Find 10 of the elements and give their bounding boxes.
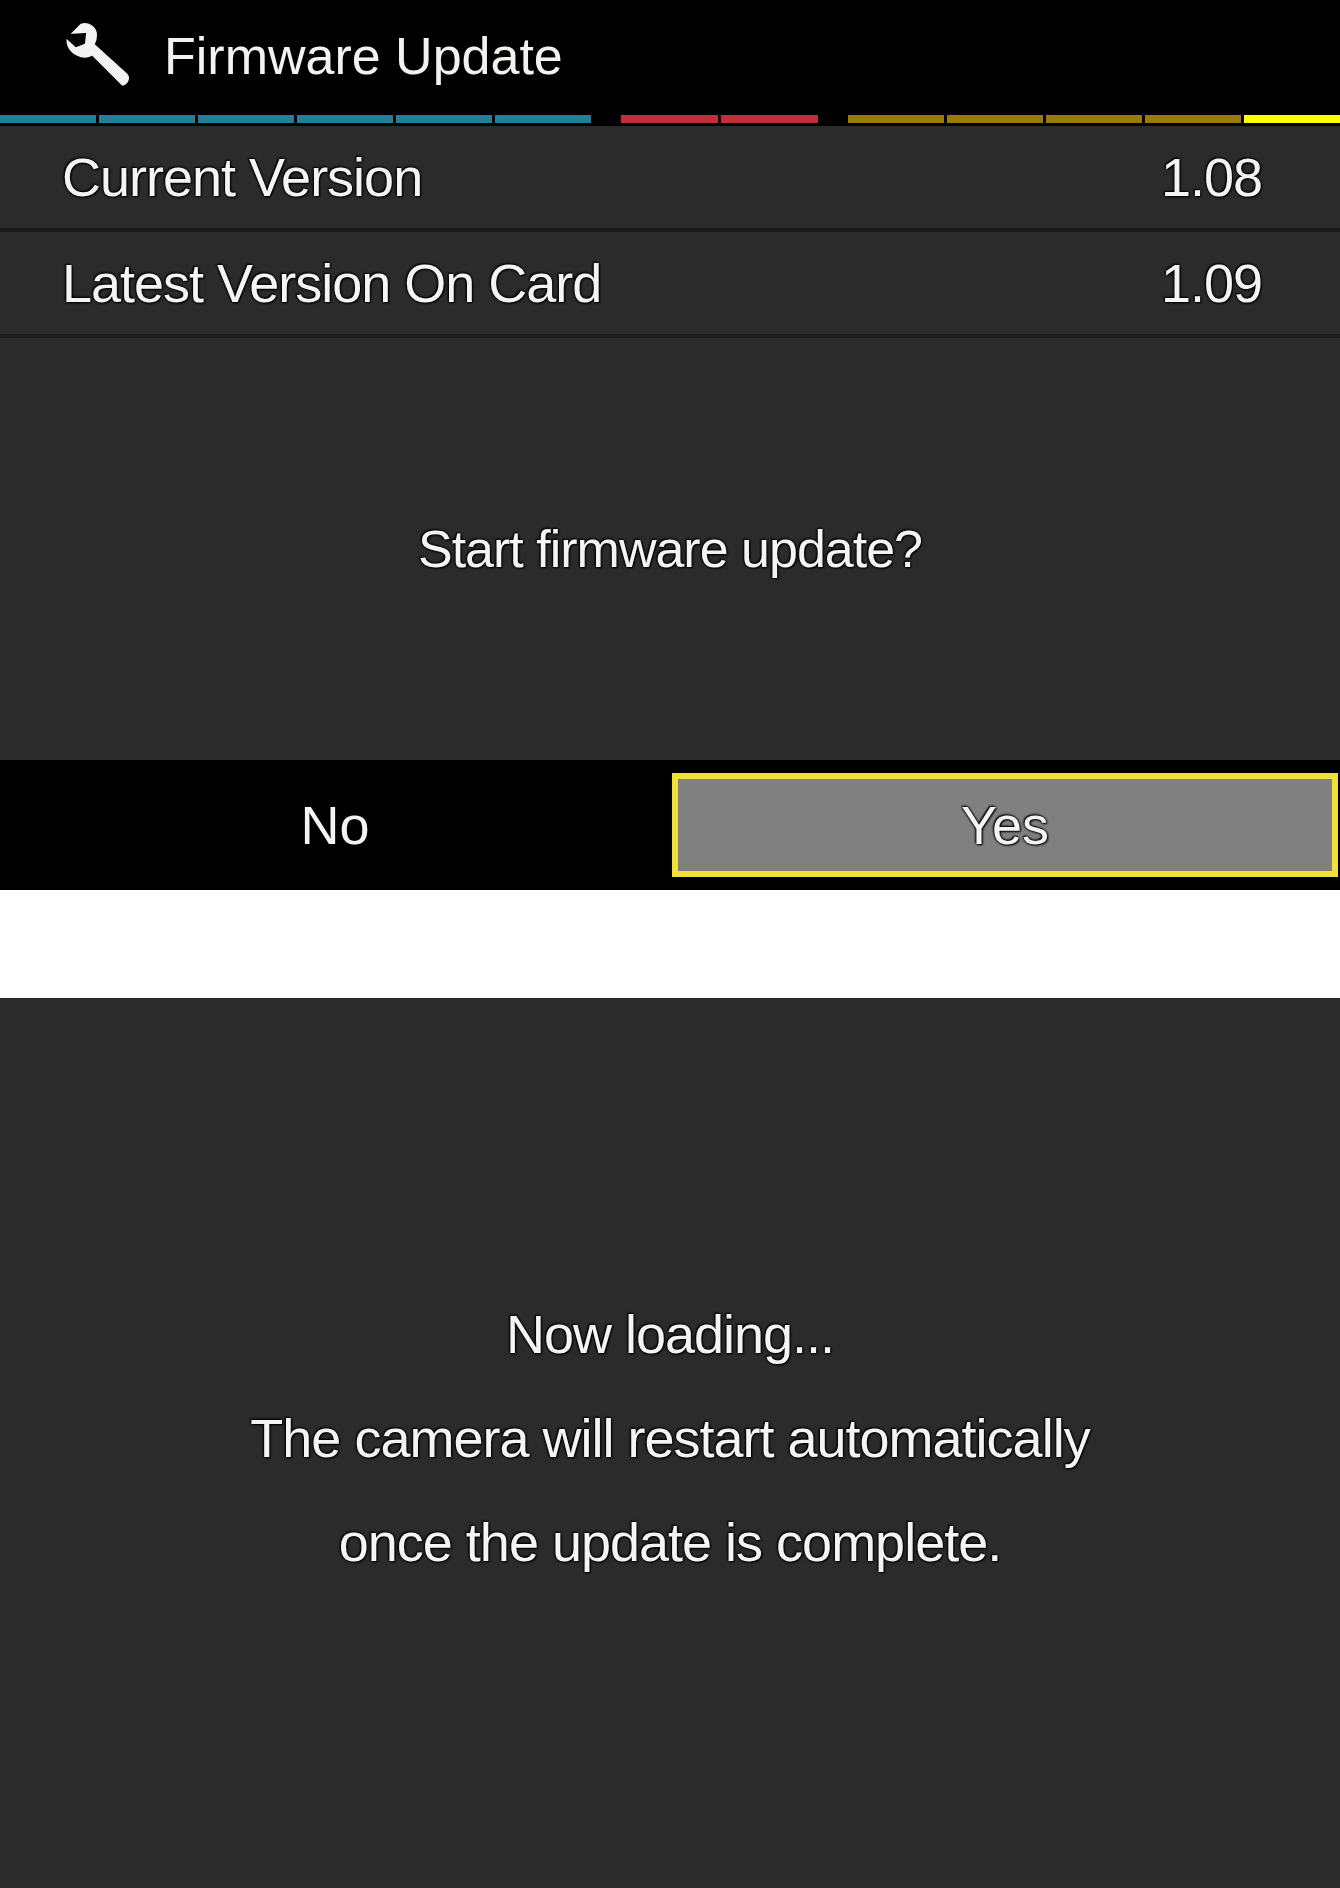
screen-title: Firmware Update — [164, 26, 563, 86]
option-button[interactable]: No — [2, 773, 668, 877]
info-label: Latest Version On Card — [62, 252, 602, 314]
info-value: 1.09 — [1160, 252, 1262, 314]
loading-message: The camera will restart automatically once the update is complete. — [249, 1407, 1092, 1574]
prompt-text: Start firmware update? — [418, 519, 922, 579]
info-value: 1.08 — [1160, 146, 1262, 208]
option-button[interactable]: Yes — [672, 773, 1338, 877]
info-label: Current Version — [62, 146, 423, 208]
loading-status: Now loading... — [505, 1303, 835, 1366]
